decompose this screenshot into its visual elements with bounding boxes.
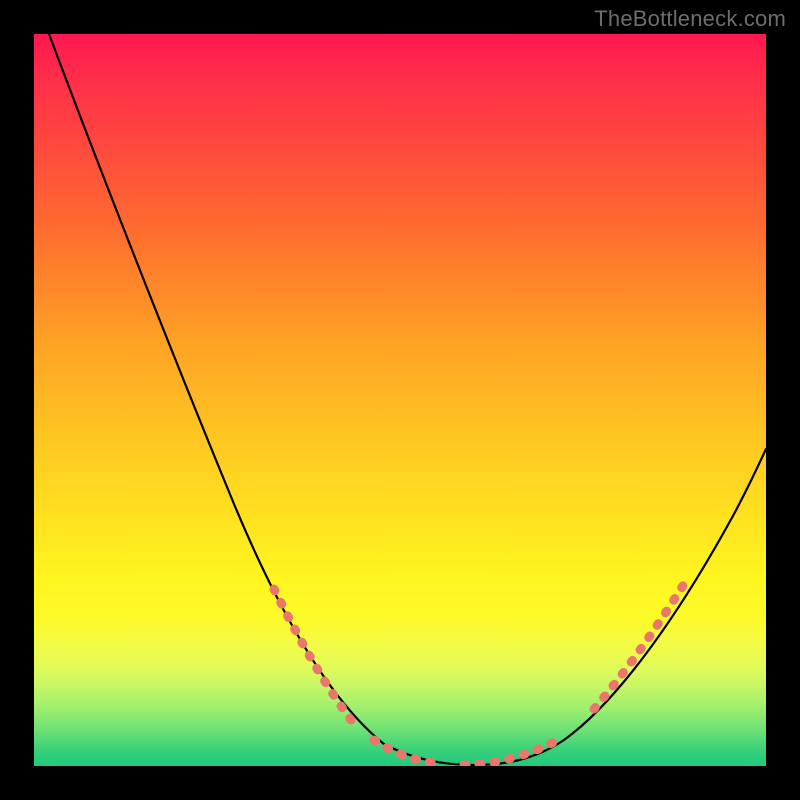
watermark-label: TheBottleneck.com: [594, 6, 786, 32]
dots-right: [594, 584, 684, 709]
dots-left: [274, 589, 354, 724]
chart-frame: TheBottleneck.com: [0, 0, 800, 800]
overlay-dots-group: [274, 584, 684, 765]
curve-svg: [34, 34, 766, 766]
plot-area: [34, 34, 766, 766]
bottleneck-curve: [49, 34, 766, 765]
